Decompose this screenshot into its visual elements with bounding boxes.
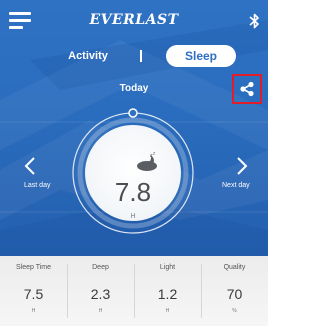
stat-value: 1.2 xyxy=(157,286,178,302)
date-label: Today xyxy=(119,83,149,94)
stat-label: Light xyxy=(159,264,176,271)
stat-label: Deep xyxy=(92,264,109,271)
stat-sleep-time: Sleep Time 7.5 H xyxy=(0,256,67,326)
stat-deep: Deep 2.3 H xyxy=(67,256,134,326)
tab-divider xyxy=(140,50,142,62)
chevron-right-icon[interactable] xyxy=(236,156,248,176)
sleep-stats-bar: Sleep Time 7.5 H Deep 2.3 H Light 1.2 H … xyxy=(0,256,268,326)
share-button[interactable] xyxy=(232,74,262,104)
stat-unit: H xyxy=(165,308,170,314)
sleep-hours-value: 7.8 xyxy=(114,177,152,207)
hero-panel: EVERLAST Activity Sleep Today z z 7.8 H … xyxy=(0,0,268,256)
stat-value: 7.5 xyxy=(23,286,44,302)
stat-label: Sleep Time xyxy=(15,264,52,271)
brand-logo: EVERLAST xyxy=(89,12,179,28)
stat-unit: % xyxy=(232,308,237,314)
stat-label: Quality xyxy=(223,264,246,271)
stat-unit: H xyxy=(31,308,36,314)
dial-face: z z 7.8 H xyxy=(85,125,181,221)
stat-value: 70 xyxy=(226,286,243,302)
sleeping-moon-icon: z z xyxy=(137,151,157,171)
last-day-label[interactable]: Last day xyxy=(24,182,50,189)
stat-value: 2.3 xyxy=(90,286,111,302)
bluetooth-icon[interactable] xyxy=(249,13,260,29)
sleep-hours-unit: H xyxy=(130,213,136,220)
chevron-left-icon[interactable] xyxy=(24,156,36,176)
sleep-screen: EVERLAST Activity Sleep Today z z 7.8 H … xyxy=(0,0,268,326)
sleep-dial: z z 7.8 H xyxy=(68,108,198,238)
stat-quality: Quality 70 % xyxy=(201,256,268,326)
next-day-label[interactable]: Next day xyxy=(222,182,250,189)
stat-unit: H xyxy=(98,308,103,314)
svg-text:z: z xyxy=(153,151,155,156)
tab-sleep[interactable]: Sleep xyxy=(166,45,236,67)
tab-activity[interactable]: Activity xyxy=(44,46,132,66)
stat-light: Light 1.2 H xyxy=(134,256,201,326)
share-icon xyxy=(240,81,254,97)
